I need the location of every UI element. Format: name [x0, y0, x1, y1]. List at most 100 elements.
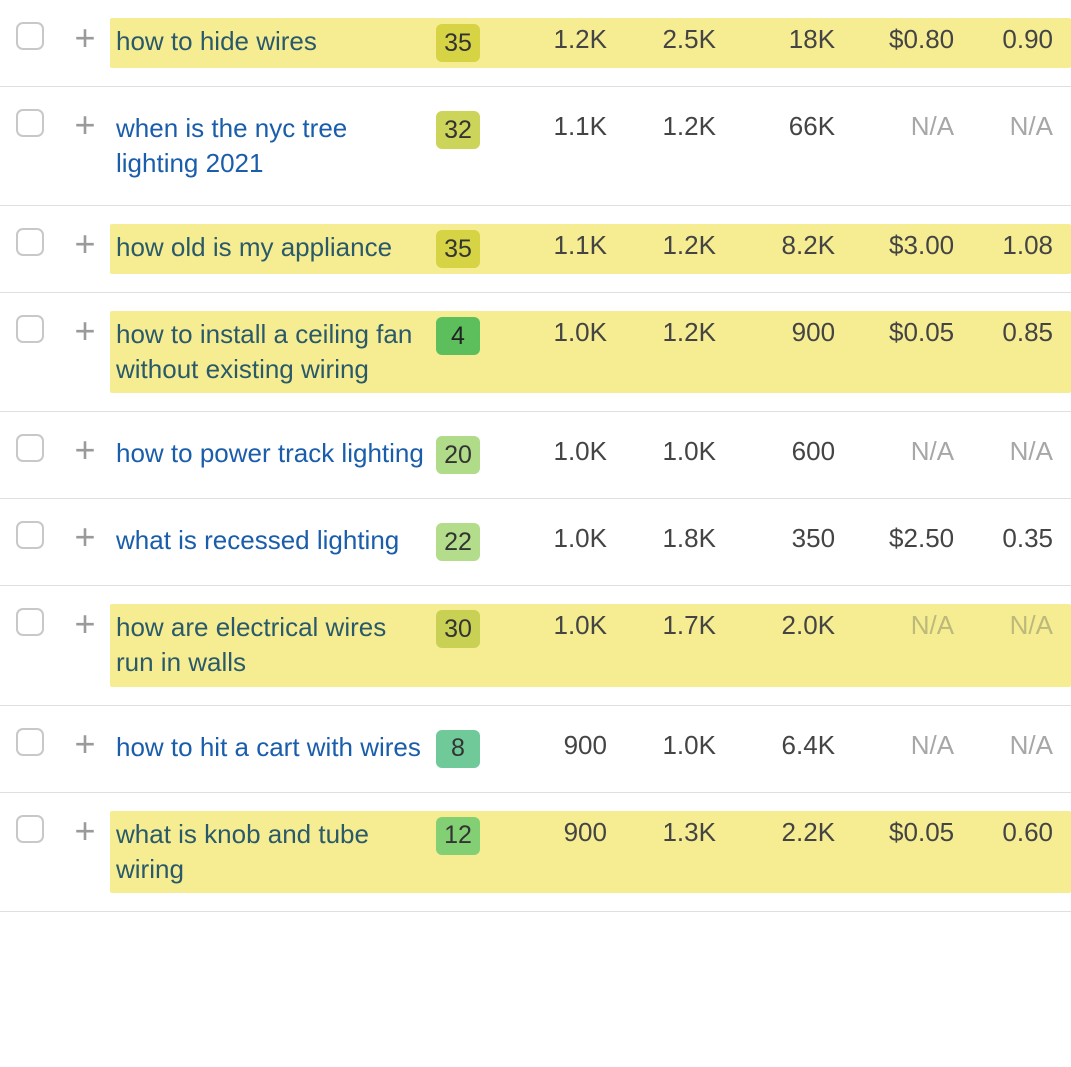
metric-cell: 1.08 — [962, 230, 1061, 261]
table-row: +how old is my appliance 35 1.1K1.2K8.2K$3… — [0, 206, 1071, 293]
table-row: +how to hit a cart with wires 8 9001.0K6.4… — [0, 706, 1071, 793]
row-checkbox[interactable] — [16, 109, 44, 137]
keyword-link[interactable]: how old is my appliance — [116, 230, 392, 265]
row-checkbox[interactable] — [16, 315, 44, 343]
difficulty-badge: 32 — [436, 111, 480, 149]
volume-cell: 1.2K — [506, 24, 615, 55]
volume-cell: 1.1K — [506, 111, 615, 142]
metric-cell: 2.2K — [724, 817, 843, 848]
difficulty-badge: 22 — [436, 523, 480, 561]
volume-cell: 1.0K — [506, 523, 615, 554]
table-row: +what is recessed lighting 22 1.0K1.8K350$… — [0, 499, 1071, 586]
metric-cell: 0.85 — [962, 317, 1061, 348]
table-row: +how to power track lighting201.0K1.0K60… — [0, 412, 1071, 499]
expand-row-icon[interactable]: + — [60, 430, 110, 468]
volume-cell: 900 — [506, 817, 615, 848]
metric-cell: 8.2K — [724, 230, 843, 261]
difficulty-badge: 35 — [436, 24, 480, 62]
cpc-cell: $2.50 — [843, 523, 962, 554]
volume-cell: 1.0K — [506, 610, 615, 641]
row-content: what is knob and tube wiring 12 9001.3K2.2… — [110, 811, 1071, 893]
keyword-link[interactable]: how to hide wires — [116, 24, 317, 59]
metric-cell: 1.8K — [615, 523, 724, 554]
expand-row-icon[interactable]: + — [60, 517, 110, 555]
cpc-cell: $0.05 — [843, 817, 962, 848]
metric-cell: N/A — [962, 111, 1061, 142]
row-content: how are electrical wires run in walls 30 1… — [110, 604, 1071, 686]
cpc-cell: $0.05 — [843, 317, 962, 348]
expand-row-icon[interactable]: + — [60, 311, 110, 349]
metric-cell: 0.90 — [962, 24, 1061, 55]
difficulty-badge: 30 — [436, 610, 480, 648]
metric-cell: 1.7K — [615, 610, 724, 641]
keyword-link[interactable]: what is knob and tube wiring — [116, 817, 424, 887]
row-checkbox[interactable] — [16, 22, 44, 50]
volume-cell: 900 — [506, 730, 615, 761]
cpc-cell: N/A — [843, 730, 962, 761]
expand-row-icon[interactable]: + — [60, 724, 110, 762]
cpc-cell: N/A — [843, 610, 962, 641]
row-content: how to power track lighting201.0K1.0K600… — [110, 430, 1071, 480]
keyword-link[interactable]: what is recessed lighting — [116, 523, 399, 558]
row-checkbox[interactable] — [16, 228, 44, 256]
keyword-link[interactable]: how to install a ceiling fan without exi… — [116, 317, 424, 387]
row-checkbox[interactable] — [16, 815, 44, 843]
expand-row-icon[interactable]: + — [60, 604, 110, 642]
metric-cell: 1.0K — [615, 730, 724, 761]
metric-cell: 1.3K — [615, 817, 724, 848]
keyword-link[interactable]: how to power track lighting — [116, 436, 424, 471]
difficulty-badge: 35 — [436, 230, 480, 268]
row-checkbox[interactable] — [16, 608, 44, 636]
metric-cell: 1.2K — [615, 111, 724, 142]
volume-cell: 1.0K — [506, 317, 615, 348]
metric-cell: 0.35 — [962, 523, 1061, 554]
row-checkbox[interactable] — [16, 521, 44, 549]
keyword-link[interactable]: how are electrical wires run in walls — [116, 610, 424, 680]
row-content: when is the nyc tree lighting 2021 32 1.1K… — [110, 105, 1071, 187]
difficulty-badge: 4 — [436, 317, 480, 355]
cpc-cell: $0.80 — [843, 24, 962, 55]
row-checkbox[interactable] — [16, 728, 44, 756]
metric-cell: 66K — [724, 111, 843, 142]
cpc-cell: N/A — [843, 436, 962, 467]
metric-cell: 600 — [724, 436, 843, 467]
table-row: +when is the nyc tree lighting 2021 32 1.1… — [0, 87, 1071, 206]
keyword-link[interactable]: how to hit a cart with wires — [116, 730, 421, 765]
metric-cell: N/A — [962, 610, 1061, 641]
table-row: +how are electrical wires run in walls 30… — [0, 586, 1071, 705]
difficulty-badge: 20 — [436, 436, 480, 474]
metric-cell: 2.0K — [724, 610, 843, 641]
expand-row-icon[interactable]: + — [60, 811, 110, 849]
row-content: how old is my appliance 35 1.1K1.2K8.2K$3.… — [110, 224, 1071, 274]
volume-cell: 1.0K — [506, 436, 615, 467]
table-row: +how to install a ceiling fan without ex… — [0, 293, 1071, 412]
metric-cell: 900 — [724, 317, 843, 348]
table-row: +how to hide wires 35 1.2K2.5K18K$0.800.90 — [0, 0, 1071, 87]
metric-cell: 350 — [724, 523, 843, 554]
metric-cell: 1.2K — [615, 230, 724, 261]
metric-cell: 0.60 — [962, 817, 1061, 848]
cpc-cell: N/A — [843, 111, 962, 142]
metric-cell: 1.2K — [615, 317, 724, 348]
metric-cell: N/A — [962, 730, 1061, 761]
cpc-cell: $3.00 — [843, 230, 962, 261]
row-content: how to install a ceiling fan without exi… — [110, 311, 1071, 393]
row-content: how to hit a cart with wires 8 9001.0K6.4K… — [110, 724, 1071, 774]
row-content: what is recessed lighting 22 1.0K1.8K350$2… — [110, 517, 1071, 567]
metric-cell: 18K — [724, 24, 843, 55]
keyword-link[interactable]: when is the nyc tree lighting 2021 — [116, 111, 424, 181]
metric-cell: N/A — [962, 436, 1061, 467]
expand-row-icon[interactable]: + — [60, 224, 110, 262]
row-content: how to hide wires 35 1.2K2.5K18K$0.800.90 — [110, 18, 1071, 68]
volume-cell: 1.1K — [506, 230, 615, 261]
row-checkbox[interactable] — [16, 434, 44, 462]
expand-row-icon[interactable]: + — [60, 18, 110, 56]
table-row: +what is knob and tube wiring 12 9001.3K2.… — [0, 793, 1071, 912]
difficulty-badge: 12 — [436, 817, 480, 855]
metric-cell: 6.4K — [724, 730, 843, 761]
keyword-table: +how to hide wires351.2K2.5K18K$0.800.90… — [0, 0, 1071, 912]
metric-cell: 2.5K — [615, 24, 724, 55]
metric-cell: 1.0K — [615, 436, 724, 467]
expand-row-icon[interactable]: + — [60, 105, 110, 143]
difficulty-badge: 8 — [436, 730, 480, 768]
